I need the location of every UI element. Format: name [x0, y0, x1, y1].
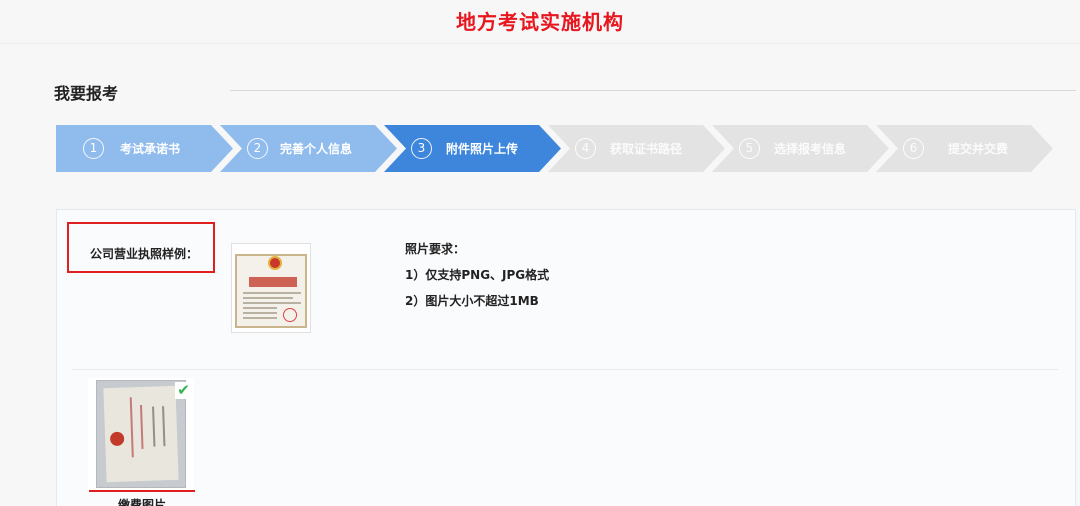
step-number: 5: [739, 138, 760, 159]
step-6[interactable]: 6 提交并交费: [876, 125, 1053, 172]
step-label: 考试承诺书: [120, 142, 181, 156]
site-title: 地方考试实施机构: [456, 10, 624, 34]
license-heading: [249, 277, 297, 287]
license-text-line: [243, 317, 277, 319]
step-number: 4: [575, 138, 596, 159]
step-number: 1: [83, 138, 104, 159]
step-1[interactable]: 1 考试承诺书: [56, 125, 233, 172]
requirements-title: 照片要求：: [405, 242, 466, 256]
step-number: 6: [903, 138, 924, 159]
step-progress-bar: 1 考试承诺书 2 完善个人信息 3 附件照片上传 4 获取证书路径 5 选择报…: [56, 125, 1056, 172]
step-3[interactable]: 3 附件照片上传: [384, 125, 561, 172]
certificate-document: [103, 385, 179, 483]
certificate-text-column: [162, 406, 166, 447]
national-emblem-icon: [109, 431, 125, 447]
license-text-line: [243, 292, 301, 294]
section-title: 我要报考: [54, 84, 119, 103]
sample-label: 公司营业执照样例：: [90, 247, 199, 261]
seal-icon: [283, 308, 297, 322]
certificate-text-column: [152, 406, 156, 447]
step-5[interactable]: 5 选择报考信息: [712, 125, 889, 172]
step-label: 获取证书路径: [610, 142, 683, 156]
license-document: [235, 254, 307, 328]
step-number: 2: [247, 138, 268, 159]
step-label: 完善个人信息: [280, 142, 353, 156]
license-text-line: [243, 297, 293, 299]
step-label: 提交并交费: [948, 142, 1009, 156]
step-label: 选择报考信息: [774, 142, 847, 156]
upload-selected-indicator: [89, 490, 195, 492]
license-text-line: [243, 307, 277, 309]
step-4[interactable]: 4 获取证书路径: [548, 125, 725, 172]
certificate-text-column: [129, 397, 134, 458]
panel-divider: [72, 369, 1058, 370]
license-text-line: [243, 312, 277, 314]
section-divider: [230, 90, 1076, 91]
requirement-item: 2）图片大小不超过1MB: [405, 294, 539, 308]
certificate-text-column: [139, 404, 144, 449]
upload-caption: 缴费图片: [117, 498, 166, 506]
step-label: 附件照片上传: [446, 142, 519, 156]
uploaded-photo[interactable]: [96, 380, 186, 488]
national-emblem-icon: [268, 256, 282, 270]
license-text-line: [243, 302, 301, 304]
requirement-item: 1）仅支持PNG、JPG格式: [405, 268, 550, 282]
check-icon: ✔: [175, 382, 192, 399]
business-license-sample-image[interactable]: [231, 243, 311, 333]
step-number: 3: [411, 138, 432, 159]
step-2[interactable]: 2 完善个人信息: [220, 125, 397, 172]
